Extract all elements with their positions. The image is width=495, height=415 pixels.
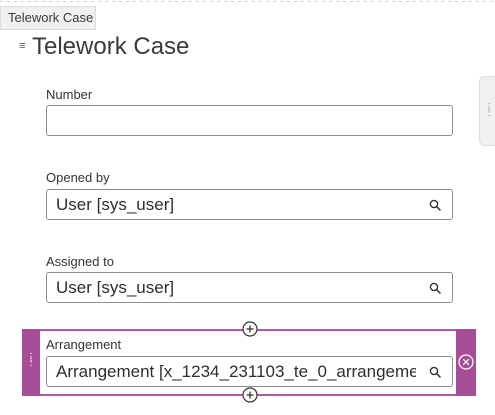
form-tab[interactable]: Telework Case	[0, 6, 96, 30]
add-field-above-icon[interactable]	[242, 321, 258, 337]
search-icon[interactable]	[429, 282, 441, 294]
assigned-to-value: User [sys_user]	[56, 278, 175, 297]
search-icon[interactable]	[429, 366, 441, 378]
number-label: Number	[46, 87, 93, 102]
assigned-to-label: Assigned to	[46, 254, 114, 269]
arrangement-label: Arrangement	[46, 337, 122, 352]
add-field-below-icon[interactable]	[242, 387, 258, 403]
opened-by-input[interactable]: User [sys_user]	[46, 189, 453, 220]
assigned-to-input[interactable]: User [sys_user]	[46, 272, 453, 303]
side-panel-handle[interactable]: ⋮ ⋮	[479, 76, 495, 146]
hamburger-icon[interactable]: ≡	[19, 40, 25, 52]
field-drag-handle[interactable]: ⋮ ⋮	[22, 329, 40, 396]
drag-handle-icon: ⋮ ⋮	[26, 352, 36, 368]
drag-handle-icon: ⋮ ⋮	[484, 102, 494, 118]
form-title: Telework Case	[32, 33, 190, 60]
opened-by-value: User [sys_user]	[56, 195, 175, 214]
top-dashed-border	[0, 0, 495, 4]
opened-by-label: Opened by	[46, 170, 110, 185]
number-input[interactable]	[46, 105, 453, 136]
arrangement-value: Arrangement [x_1234_231103_te_0_arrangem…	[56, 362, 416, 381]
search-icon[interactable]	[429, 199, 441, 211]
arrangement-input[interactable]: Arrangement [x_1234_231103_te_0_arrangem…	[46, 356, 453, 387]
remove-icon[interactable]	[458, 354, 474, 370]
